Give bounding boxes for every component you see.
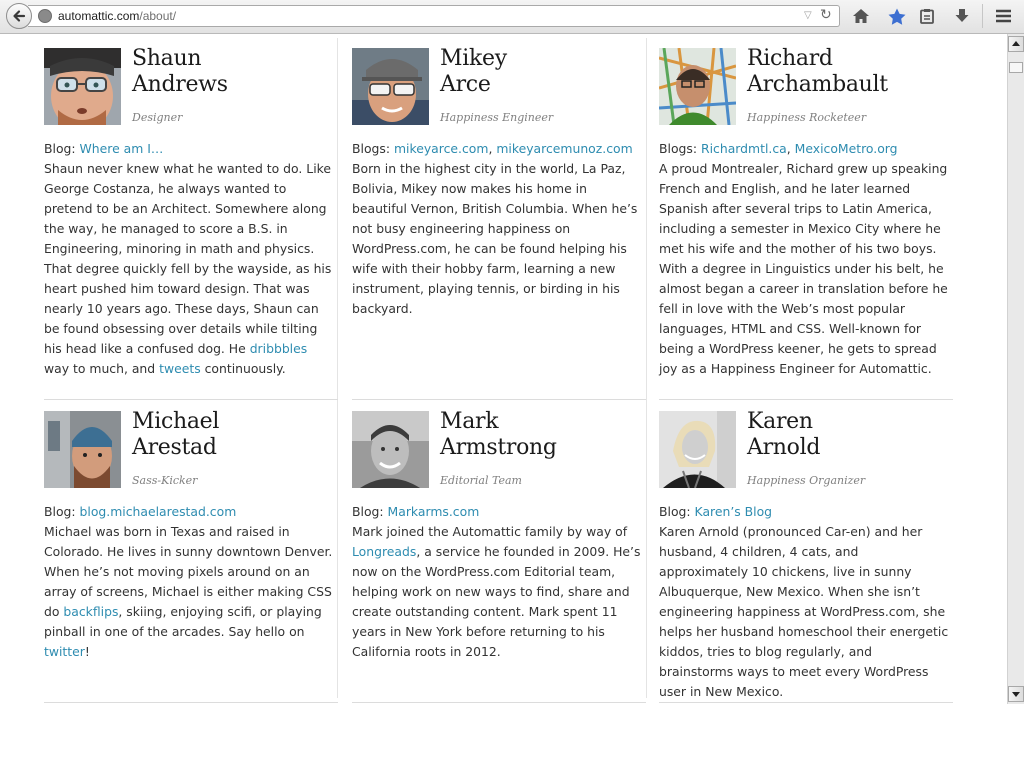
row-divider (352, 702, 646, 703)
bookmarks-menu-button[interactable] (916, 6, 938, 26)
downloads-button[interactable] (951, 6, 973, 26)
column-divider (337, 38, 338, 698)
blog-link[interactable]: Karen’s Blog (695, 504, 773, 519)
member-bio: Blog: Where am I… Shaun never knew what … (44, 139, 334, 379)
blog-link[interactable]: mikeyarce.com (394, 141, 488, 156)
home-icon (853, 9, 869, 23)
scroll-thumb[interactable] (1009, 62, 1023, 73)
home-button[interactable] (850, 6, 872, 26)
member-role: Designer (132, 111, 183, 124)
avatar-michael-arestad (44, 411, 121, 488)
member-bio: Blogs: mikeyarce.com, mikeyarcemunoz.com… (352, 139, 642, 319)
twitter-link[interactable]: tweets (159, 361, 201, 376)
browser-toolbar: automattic.com/about/ ▽ ↻ (0, 0, 1024, 34)
blog-link[interactable]: blog.michaelarestad.com (80, 504, 237, 519)
member-bio: Blogs: Richardmtl.ca, MexicoMetro.org A … (659, 141, 948, 376)
avatar-mikey-arce (352, 48, 429, 125)
member-name: Mikey Arce (440, 46, 507, 97)
member-name: Michael Arestad (132, 409, 220, 460)
row-divider (659, 399, 953, 400)
blog-line: Blog: Karen’s Blog (659, 504, 773, 519)
url-text[interactable]: automattic.com/about/ (58, 9, 176, 23)
member-role: Happiness Organizer (747, 474, 866, 487)
blog-link[interactable]: Where am I… (80, 141, 164, 156)
dribbble-link[interactable]: dribbbles (250, 341, 308, 356)
vertical-scrollbar[interactable] (1007, 34, 1024, 704)
blog-line: Blog: Where am I… (44, 141, 164, 156)
blog-link[interactable]: Markarms.com (388, 504, 480, 519)
column-divider (646, 38, 647, 698)
member-name: Richard Archambault (747, 46, 888, 97)
globe-icon (38, 9, 52, 23)
member-role: Editorial Team (440, 474, 522, 487)
member-bio: Blog: blog.michaelarestad.com Michael wa… (44, 504, 333, 659)
menu-icon (995, 9, 1011, 23)
scroll-down-button[interactable] (1008, 686, 1024, 702)
row-divider (352, 399, 646, 400)
page-content: Shaun Andrews Designer Blog: Where am I… … (0, 34, 1006, 771)
blog-line: Blog: blog.michaelarestad.com (44, 504, 237, 519)
toolbar-separator (982, 4, 983, 28)
row-divider (44, 702, 338, 703)
twitter-link[interactable]: twitter (44, 644, 85, 659)
download-icon (955, 9, 969, 22)
member-role: Sass-Kicker (132, 474, 198, 487)
scroll-up-button[interactable] (1008, 36, 1024, 52)
member-bio: Blog: Markarms.com Mark joined the Autom… (352, 504, 641, 659)
row-divider (659, 702, 953, 703)
member-name: Karen Arnold (747, 409, 821, 460)
avatar-richard-archambault (659, 48, 736, 125)
blog-line: Blogs: mikeyarce.com, mikeyarcemunoz.com (352, 141, 633, 156)
member-bio: Blog: Karen’s Blog Karen Arnold (pronoun… (659, 504, 949, 699)
reload-icon[interactable]: ↻ (820, 7, 832, 23)
bookmark-star-button[interactable] (886, 6, 908, 26)
dropdown-icon[interactable]: ▽ (804, 10, 812, 21)
row-divider (44, 399, 338, 400)
avatar-karen-arnold (659, 411, 736, 488)
member-name: Mark Armstrong (440, 409, 557, 460)
avatar-shaun-andrews (44, 48, 121, 125)
back-arrow-icon (13, 10, 26, 22)
blog-link[interactable]: MexicoMetro.org (795, 141, 898, 156)
star-icon (888, 8, 906, 25)
backflips-link[interactable]: backflips (63, 604, 118, 619)
member-role: Happiness Rocketeer (747, 111, 867, 124)
blog-link[interactable]: mikeyarcemunoz.com (496, 141, 632, 156)
avatar-mark-armstrong (352, 411, 429, 488)
member-name: Shaun Andrews (132, 46, 228, 97)
longreads-link[interactable]: Longreads (352, 544, 416, 559)
back-button[interactable] (6, 3, 32, 29)
blog-link[interactable]: Richardmtl.ca (701, 141, 787, 156)
clipboard-icon (920, 9, 934, 24)
address-bar[interactable]: automattic.com/about/ ▽ ↻ (28, 5, 840, 27)
blog-line: Blogs: Richardmtl.ca, MexicoMetro.org (659, 141, 898, 156)
member-role: Happiness Engineer (440, 111, 554, 124)
menu-button[interactable] (992, 6, 1014, 26)
blog-line: Blog: Markarms.com (352, 504, 480, 519)
